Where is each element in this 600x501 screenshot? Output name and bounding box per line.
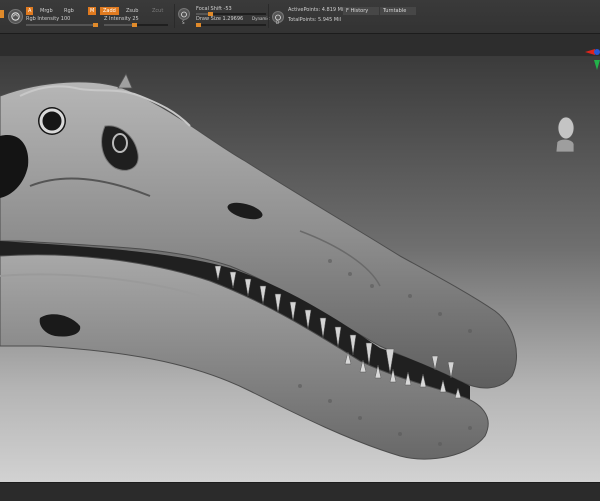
z-intensity-slider[interactable]: Z Intensity 25 [104, 16, 139, 22]
active-points-label: ActivePoints: [288, 7, 321, 13]
focal-shift-track[interactable] [196, 12, 266, 16]
bottom-tray [0, 482, 600, 501]
spotlight-icon[interactable] [8, 9, 23, 24]
zadd-button[interactable]: Zadd [100, 7, 119, 15]
total-points-stat: TotalPoints: 5.945 Mil [288, 17, 341, 23]
z-intensity-track[interactable] [104, 23, 168, 27]
draw-size-label: Draw Size [196, 16, 221, 22]
m-button[interactable]: M [88, 7, 97, 15]
dinosaur-skull-model[interactable] [0, 56, 600, 482]
history-button[interactable]: F History [343, 7, 379, 15]
z-intensity-knob[interactable] [132, 23, 137, 27]
top-toolbar: A Mrgb Rgb Rgb Intensity 100 M Zadd Zsub… [0, 0, 600, 34]
z-intensity-value: 25 [132, 16, 139, 22]
draw-size-slider[interactable]: Draw Size 1.29696 [196, 16, 243, 22]
a-button[interactable]: A [26, 7, 34, 15]
rgb-intensity-slider[interactable]: Rgb Intensity 100 [26, 16, 70, 22]
y-axis-arrow [594, 60, 600, 70]
total-points-label: TotalPoints: [288, 17, 317, 23]
head-orientation-icon[interactable] [552, 112, 576, 152]
draw-size-value: 1.29696 [222, 16, 244, 22]
focal-shift-slider[interactable]: Focal Shift -53 [196, 6, 232, 12]
palette-edge-handle[interactable] [0, 10, 4, 18]
toolbar-divider [268, 4, 269, 28]
focal-shift-icon-label: S [182, 20, 185, 25]
x-axis-arrow [585, 49, 595, 55]
dynamic-button[interactable]: Dynamic [252, 16, 270, 21]
z-intensity-fill [104, 24, 134, 26]
turntable-button[interactable]: Turntable [380, 7, 416, 15]
mrgb-button[interactable]: Mrgb [38, 7, 55, 15]
rgb-intensity-track[interactable] [26, 23, 98, 27]
active-points-value: 4.819 Mil [321, 7, 345, 13]
dynamic-persp-icon-label: D [276, 20, 280, 25]
toolbar-divider [174, 4, 175, 28]
draw-size-track[interactable] [196, 23, 266, 27]
rgb-intensity-label: Rgb Intensity [26, 16, 60, 22]
active-points-stat: ActivePoints: 4.819 Mil [288, 7, 345, 13]
focal-shift-icon[interactable] [178, 8, 190, 20]
focal-shift-value: -53 [223, 6, 232, 12]
zsub-button[interactable]: Zsub [124, 7, 140, 15]
draw-size-knob[interactable] [196, 23, 201, 27]
secondary-toolbar [0, 34, 600, 56]
rgb-intensity-knob[interactable] [93, 23, 98, 27]
rgb-intensity-value: 100 [60, 16, 71, 22]
zcut-button[interactable]: Zcut [150, 7, 165, 15]
axis-gizmo-icon[interactable] [582, 40, 600, 72]
rgb-button[interactable]: Rgb [62, 7, 76, 15]
total-points-value: 5.945 Mil [317, 17, 341, 23]
z-intensity-label: Z Intensity [104, 16, 131, 22]
rgb-intensity-fill [26, 24, 98, 26]
3d-viewport[interactable] [0, 56, 600, 482]
z-axis-dot [594, 49, 600, 55]
